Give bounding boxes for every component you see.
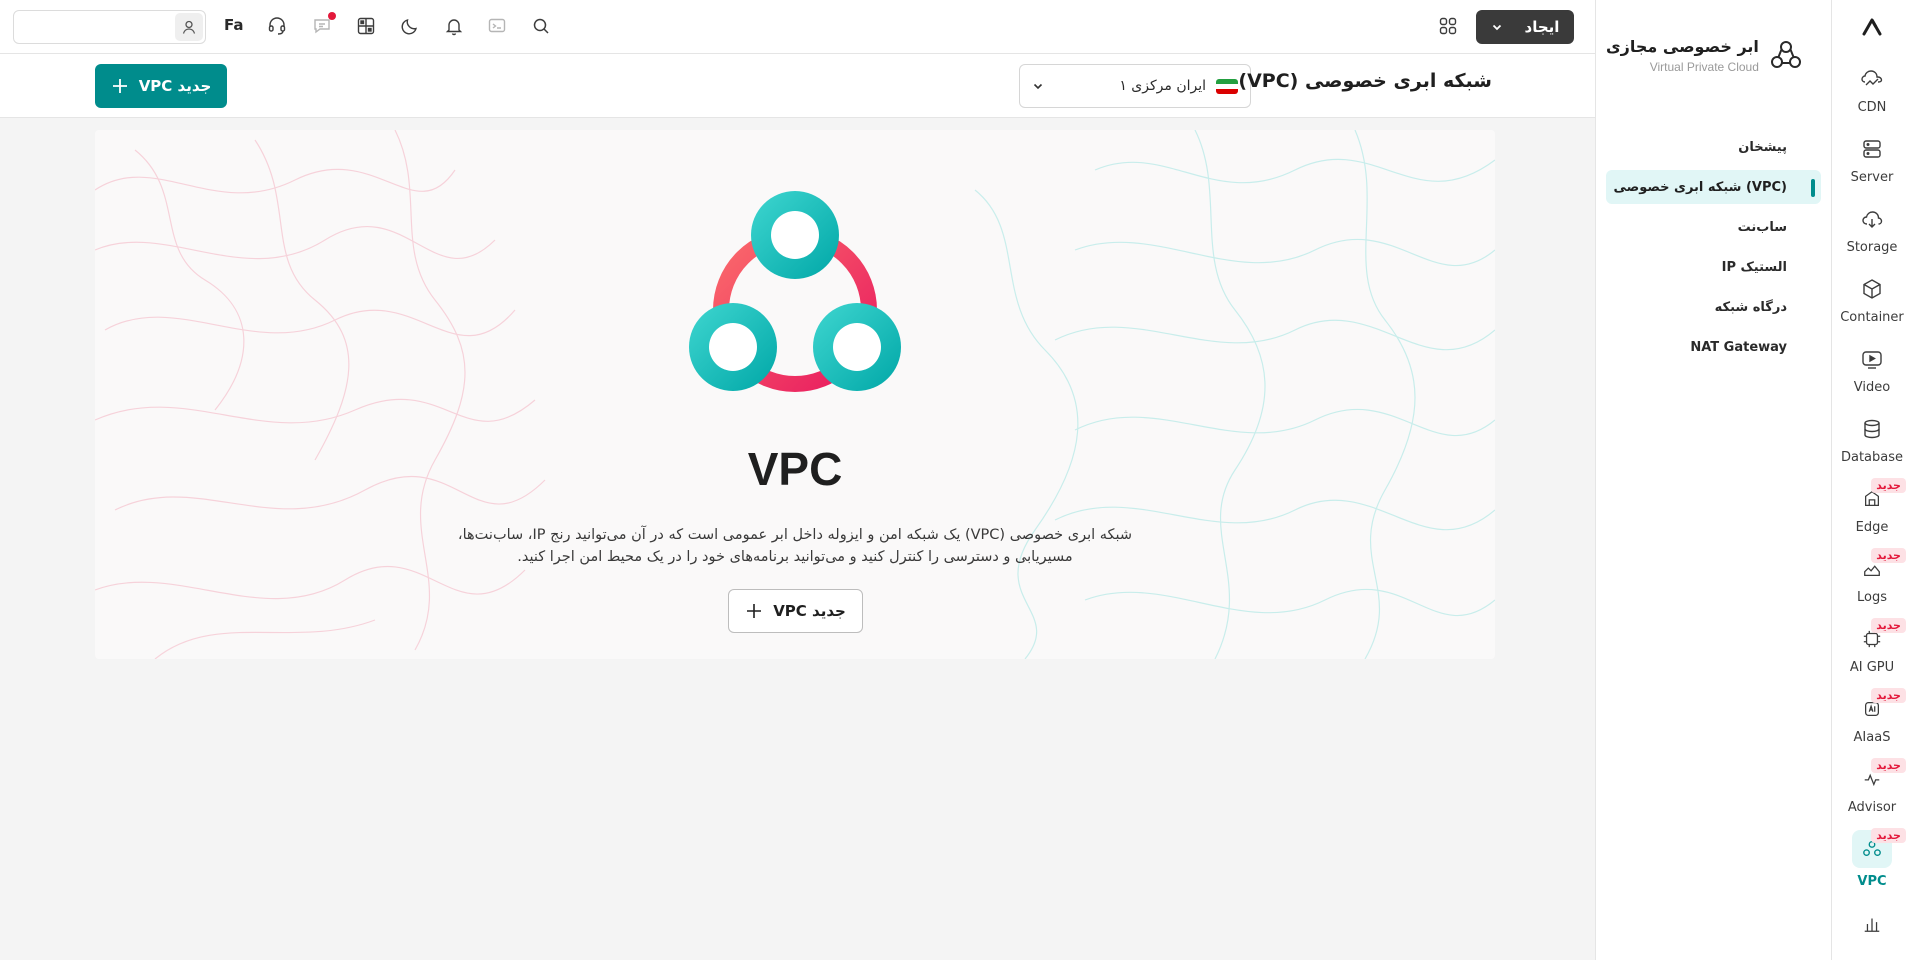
rail-item-cdn[interactable]: CDN bbox=[1832, 54, 1912, 124]
rail-item-label: Edge bbox=[1855, 519, 1889, 535]
top-bar: Fa ایجاد bbox=[0, 0, 1595, 54]
empty-state-description: شبکه ابری خصوصی (VPC) یک شبکه امن و ایزو… bbox=[425, 524, 1165, 568]
plus-icon bbox=[112, 79, 127, 93]
sidebar-header: ابر خصوصی مجازی Virtual Private Cloud bbox=[1596, 0, 1831, 110]
rail-item-advisor[interactable]: جدید Advisor bbox=[1832, 754, 1912, 824]
user-icon bbox=[175, 13, 203, 41]
rail-item-vpc[interactable]: جدید VPC bbox=[1832, 824, 1912, 894]
plus-icon bbox=[747, 604, 762, 618]
rail-item-label: AIaaS bbox=[1853, 729, 1891, 745]
rail-item-edge[interactable]: جدید Edge bbox=[1832, 474, 1912, 544]
database-icon bbox=[1857, 414, 1887, 444]
vpc-product-icon bbox=[1770, 41, 1801, 68]
rail-item-label: Storage bbox=[1846, 239, 1898, 255]
new-badge: جدید bbox=[1871, 828, 1906, 843]
rail-item-video[interactable]: Video bbox=[1832, 334, 1912, 404]
rail-item-label: Logs bbox=[1857, 589, 1887, 605]
support-headset-icon[interactable] bbox=[265, 14, 289, 38]
sidebar-item-elastic-ip[interactable]: IP الستیک bbox=[1606, 250, 1821, 284]
region-select-value: ایران مرکزی ۱ bbox=[1119, 78, 1206, 94]
sidebar-menu: پیشخان شبکه ابری خصوصی (VPC) ساب‌نت IP ا… bbox=[1596, 110, 1831, 364]
qr-code-icon[interactable] bbox=[354, 14, 378, 38]
create-button[interactable]: ایجاد bbox=[1476, 10, 1574, 44]
rail-item-ai-gpu[interactable]: جدید AI GPU bbox=[1832, 614, 1912, 684]
empty-state-card: VPC شبکه ابری خصوصی (VPC) یک شبکه امن و … bbox=[95, 130, 1495, 659]
chevron-down-icon bbox=[1492, 24, 1501, 31]
new-vpc-button[interactable]: VPC جدید bbox=[95, 64, 227, 108]
terminal-icon[interactable] bbox=[485, 14, 509, 38]
sidebar-item-nat-gateway[interactable]: NAT Gateway bbox=[1606, 330, 1821, 364]
rail-item-database[interactable]: Database bbox=[1832, 404, 1912, 474]
description-line: مسیریابی و دسترسی را کنترل کنید و می‌توا… bbox=[517, 549, 1073, 565]
page-header: VPC جدید ایران مرکزی ۱ شبکه ابری خصوصی (… bbox=[0, 54, 1595, 118]
rail-item-label: VPC bbox=[1857, 873, 1887, 889]
rail-item-label: AI GPU bbox=[1849, 659, 1895, 675]
rail-item-label: Database bbox=[1840, 449, 1904, 465]
iran-flag-icon bbox=[1216, 78, 1238, 94]
product-rail: CDN Server Storage Container Video Datab… bbox=[1831, 0, 1912, 960]
new-badge: جدید bbox=[1871, 618, 1906, 633]
rail-item-label: Advisor bbox=[1847, 799, 1897, 815]
brand-logo-icon bbox=[1862, 18, 1882, 36]
rail-item-server[interactable]: Server bbox=[1832, 124, 1912, 194]
sidebar-item-subnet[interactable]: ساب‌نت bbox=[1606, 210, 1821, 244]
container-cube-icon bbox=[1857, 274, 1887, 304]
chevron-down-icon bbox=[1033, 83, 1043, 90]
new-badge: جدید bbox=[1871, 478, 1906, 493]
sidebar-item-network-gateway[interactable]: درگاه شبکه bbox=[1606, 290, 1821, 324]
rail-item-label: Server bbox=[1850, 169, 1894, 185]
video-play-icon bbox=[1857, 344, 1887, 374]
unread-dot bbox=[328, 12, 336, 20]
rail-item-label: CDN bbox=[1857, 99, 1887, 115]
section-sidebar: ابر خصوصی مجازی Virtual Private Cloud پی… bbox=[1595, 0, 1831, 960]
rail-item-aiaas[interactable]: جدید AIaaS bbox=[1832, 684, 1912, 754]
empty-state-title: VPC bbox=[747, 443, 843, 495]
rail-item-label: Container bbox=[1840, 309, 1904, 325]
cdn-icon bbox=[1857, 64, 1887, 94]
dark-mode-moon-icon[interactable] bbox=[398, 14, 422, 38]
user-menu[interactable] bbox=[13, 10, 206, 44]
rail-item-logs[interactable]: جدید Logs bbox=[1832, 544, 1912, 614]
search-icon[interactable] bbox=[529, 14, 553, 38]
rail-item-label: Video bbox=[1853, 379, 1891, 395]
language-switch[interactable]: Fa bbox=[224, 16, 244, 34]
server-icon bbox=[1857, 134, 1887, 164]
sidebar-item-dashboard[interactable]: پیشخان bbox=[1606, 130, 1821, 164]
rail-item-reports[interactable] bbox=[1832, 894, 1912, 954]
bar-chart-icon bbox=[1857, 909, 1887, 939]
empty-state-button-label: VPC جدید bbox=[773, 602, 846, 620]
vpc-illustration-icon bbox=[689, 191, 901, 392]
new-badge: جدید bbox=[1871, 758, 1906, 773]
new-badge: جدید bbox=[1871, 688, 1906, 703]
sidebar-item-vpc[interactable]: شبکه ابری خصوصی (VPC) bbox=[1606, 170, 1821, 204]
sidebar-title: ابر خصوصی مجازی bbox=[1606, 36, 1759, 56]
new-vpc-button-label: VPC جدید bbox=[138, 77, 212, 95]
rail-item-storage[interactable]: Storage bbox=[1832, 194, 1912, 264]
cloud-storage-icon bbox=[1857, 204, 1887, 234]
description-line: شبکه ابری خصوصی (VPC) یک شبکه امن و ایزو… bbox=[457, 527, 1133, 543]
new-badge: جدید bbox=[1871, 548, 1906, 563]
empty-state-new-vpc-button[interactable]: VPC جدید bbox=[728, 589, 863, 633]
apps-grid-icon[interactable] bbox=[1436, 14, 1460, 38]
page-title: شبکه ابری خصوصی (VPC) bbox=[1238, 70, 1492, 92]
messages-icon[interactable] bbox=[310, 12, 336, 38]
sidebar-subtitle: Virtual Private Cloud bbox=[1649, 59, 1759, 74]
brand-logo[interactable] bbox=[1832, 0, 1912, 54]
rail-item-container[interactable]: Container bbox=[1832, 264, 1912, 334]
region-select[interactable]: ایران مرکزی ۱ bbox=[1019, 64, 1251, 108]
notifications-bell-icon[interactable] bbox=[442, 14, 466, 38]
create-button-label: ایجاد bbox=[1524, 18, 1560, 36]
